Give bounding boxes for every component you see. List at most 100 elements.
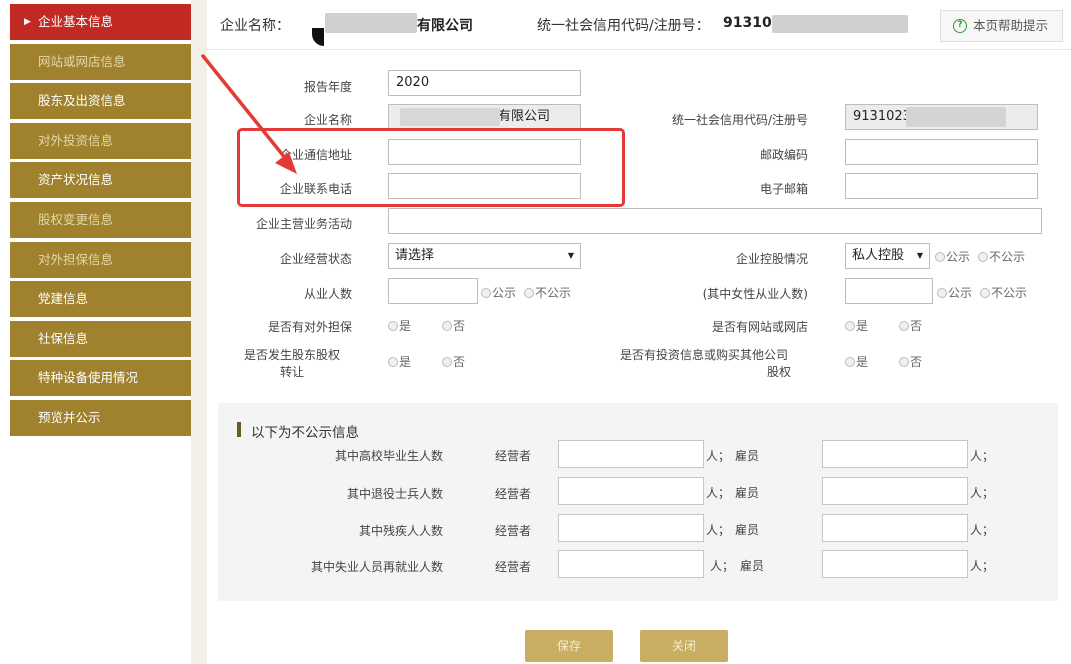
operator-label: 经营者 — [495, 560, 532, 574]
radio-icon — [442, 321, 452, 331]
operating-status-label: 企业经营状态 — [279, 252, 352, 266]
annotation-arrow-icon — [201, 54, 297, 174]
employees-field[interactable] — [388, 278, 478, 304]
female-public-radio[interactable]: 公示 — [937, 284, 972, 301]
investment-label-line1: 是否有投资信息或购买其他公司 — [619, 348, 788, 362]
np-row-label: 其中退役士兵人数 — [346, 487, 443, 501]
sidebar-item-guarantee[interactable]: 对外担保信息 — [10, 241, 191, 278]
sidebar-item-label: 特种设备使用情况 — [38, 370, 139, 386]
person-sep: 人； — [706, 523, 731, 537]
person-sep: 人； — [706, 449, 731, 463]
person-sep: 人； — [706, 486, 731, 500]
radio-label: 不公示 — [991, 286, 1028, 300]
person-end: 人； — [970, 449, 995, 463]
investment-yes-radio[interactable]: 是 — [845, 353, 868, 370]
radio-label: 否 — [910, 319, 923, 333]
guarantee-label: 是否有对外担保 — [267, 320, 352, 334]
sidebar-item-assets[interactable]: 资产状况信息 — [10, 162, 191, 199]
save-button[interactable]: 保存 — [525, 630, 613, 662]
radio-icon — [388, 321, 398, 331]
sidebar-item-preview[interactable]: 预览并公示 — [10, 399, 191, 436]
radio-icon — [899, 321, 909, 331]
holding-not-public-radio[interactable]: 不公示 — [978, 248, 1025, 265]
radio-label: 否 — [453, 355, 466, 369]
company-name-field-value: 有限公司 — [497, 109, 550, 124]
holding-public-radio[interactable]: 公示 — [935, 248, 970, 265]
operating-status-value: 请选择 — [395, 248, 435, 263]
help-icon: ? — [953, 19, 967, 33]
np-employee-field[interactable] — [822, 514, 968, 542]
guarantee-yes-radio[interactable]: 是 — [388, 317, 411, 334]
person-end: 人； — [970, 523, 995, 537]
np-row-label: 其中高校毕业生人数 — [334, 449, 443, 463]
sidebar-item-social-security[interactable]: 社保信息 — [10, 320, 191, 357]
employee-label: 雇员 — [735, 449, 760, 463]
chevron-down-icon: ▼ — [567, 251, 574, 260]
sidebar-item-equity-change[interactable]: 股权变更信息 — [10, 201, 191, 238]
np-operator-field[interactable] — [558, 550, 704, 578]
sidebar-item-label: 对外投资信息 — [38, 132, 114, 148]
radio-label: 不公示 — [989, 250, 1026, 264]
employees-not-public-radio[interactable]: 不公示 — [524, 284, 571, 301]
radio-label: 公示 — [946, 250, 971, 264]
investment-label-line2: 股权 — [766, 365, 791, 379]
female-employees-field[interactable] — [845, 278, 933, 304]
equity-transfer-label-line1: 是否发生股东股权 — [243, 348, 340, 362]
operator-label: 经营者 — [495, 524, 532, 538]
radio-icon — [845, 357, 855, 367]
sidebar-item-shareholders[interactable]: 股东及出资信息 — [10, 83, 191, 120]
np-employee-field[interactable] — [822, 440, 968, 468]
holding-select[interactable]: 私人控股 ▼ — [845, 243, 930, 269]
investment-label: 是否有投资信息或购买其他公司 股权 — [600, 346, 808, 380]
postcode-label: 邮政编码 — [759, 148, 808, 162]
np-operator-field[interactable] — [558, 440, 704, 468]
website-yes-radio[interactable]: 是 — [845, 317, 868, 334]
equity-transfer-label: 是否发生股东股权 转让 — [232, 346, 352, 380]
radio-icon — [524, 288, 534, 298]
equity-transfer-yes-radio[interactable]: 是 — [388, 353, 411, 370]
sidebar-item-website[interactable]: 网站或网店信息 — [10, 43, 191, 80]
radio-icon — [980, 288, 990, 298]
report-year-field[interactable]: 2020 — [388, 70, 581, 96]
annual-report-page: ▶ 企业基本信息 网站或网店信息 股东及出资信息 对外投资信息 资产状况信息 股… — [0, 0, 1071, 664]
female-not-public-radio[interactable]: 不公示 — [980, 284, 1027, 301]
chevron-down-icon: ▼ — [916, 251, 923, 260]
radio-label: 是 — [399, 319, 412, 333]
radio-label: 不公示 — [535, 286, 572, 300]
redaction-mask — [772, 15, 908, 33]
operating-status-select[interactable]: 请选择 ▼ — [388, 243, 581, 269]
help-button[interactable]: ? 本页帮助提示 — [940, 10, 1063, 42]
person-end: 人； — [970, 486, 995, 500]
np-employee-field[interactable] — [822, 550, 968, 578]
radio-icon — [978, 252, 988, 262]
main-business-field[interactable] — [388, 208, 1042, 234]
employee-label: 雇员 — [740, 559, 765, 573]
np-operator-field[interactable] — [558, 514, 704, 542]
radio-icon — [845, 321, 855, 331]
np-employee-field[interactable] — [822, 477, 968, 505]
sidebar-item-label: 党建信息 — [38, 291, 89, 307]
non-public-title: 以下为不公示信息 — [251, 425, 359, 441]
radio-icon — [935, 252, 945, 262]
sidebar-item-party[interactable]: 党建信息 — [10, 281, 191, 318]
close-button[interactable]: 关闭 — [640, 630, 728, 662]
caret-right-icon: ▶ — [24, 17, 31, 27]
radio-icon — [442, 357, 452, 367]
employees-label: 从业人数 — [303, 287, 352, 301]
investment-no-radio[interactable]: 否 — [899, 353, 922, 370]
sidebar-item-special-equipment[interactable]: 特种设备使用情况 — [10, 360, 191, 397]
email-field[interactable] — [845, 173, 1038, 199]
website-no-radio[interactable]: 否 — [899, 317, 922, 334]
equity-transfer-label-line2: 转让 — [279, 365, 304, 379]
equity-transfer-no-radio[interactable]: 否 — [442, 353, 465, 370]
np-row-label: 其中残疾人人数 — [358, 524, 443, 538]
postcode-field[interactable] — [845, 139, 1038, 165]
sidebar-item-investment[interactable]: 对外投资信息 — [10, 122, 191, 159]
radio-label: 公示 — [948, 286, 973, 300]
sidebar-item-label: 股东及出资信息 — [38, 93, 126, 109]
sidebar-item-basic-info[interactable]: ▶ 企业基本信息 — [10, 4, 191, 40]
redaction-mask — [325, 13, 417, 33]
employees-public-radio[interactable]: 公示 — [481, 284, 516, 301]
guarantee-no-radio[interactable]: 否 — [442, 317, 465, 334]
np-operator-field[interactable] — [558, 477, 704, 505]
